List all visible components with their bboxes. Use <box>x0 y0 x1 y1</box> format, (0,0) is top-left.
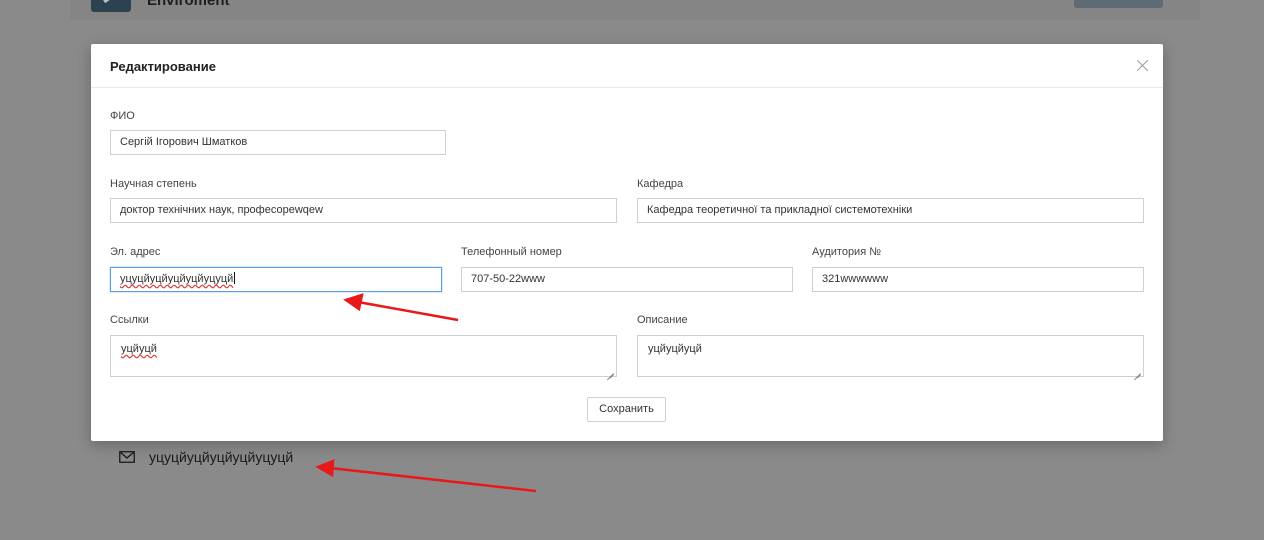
annotation-arrow-email-text <box>315 459 537 493</box>
annotation-arrows <box>315 293 537 493</box>
annotation-arrow-email-input <box>343 293 459 322</box>
